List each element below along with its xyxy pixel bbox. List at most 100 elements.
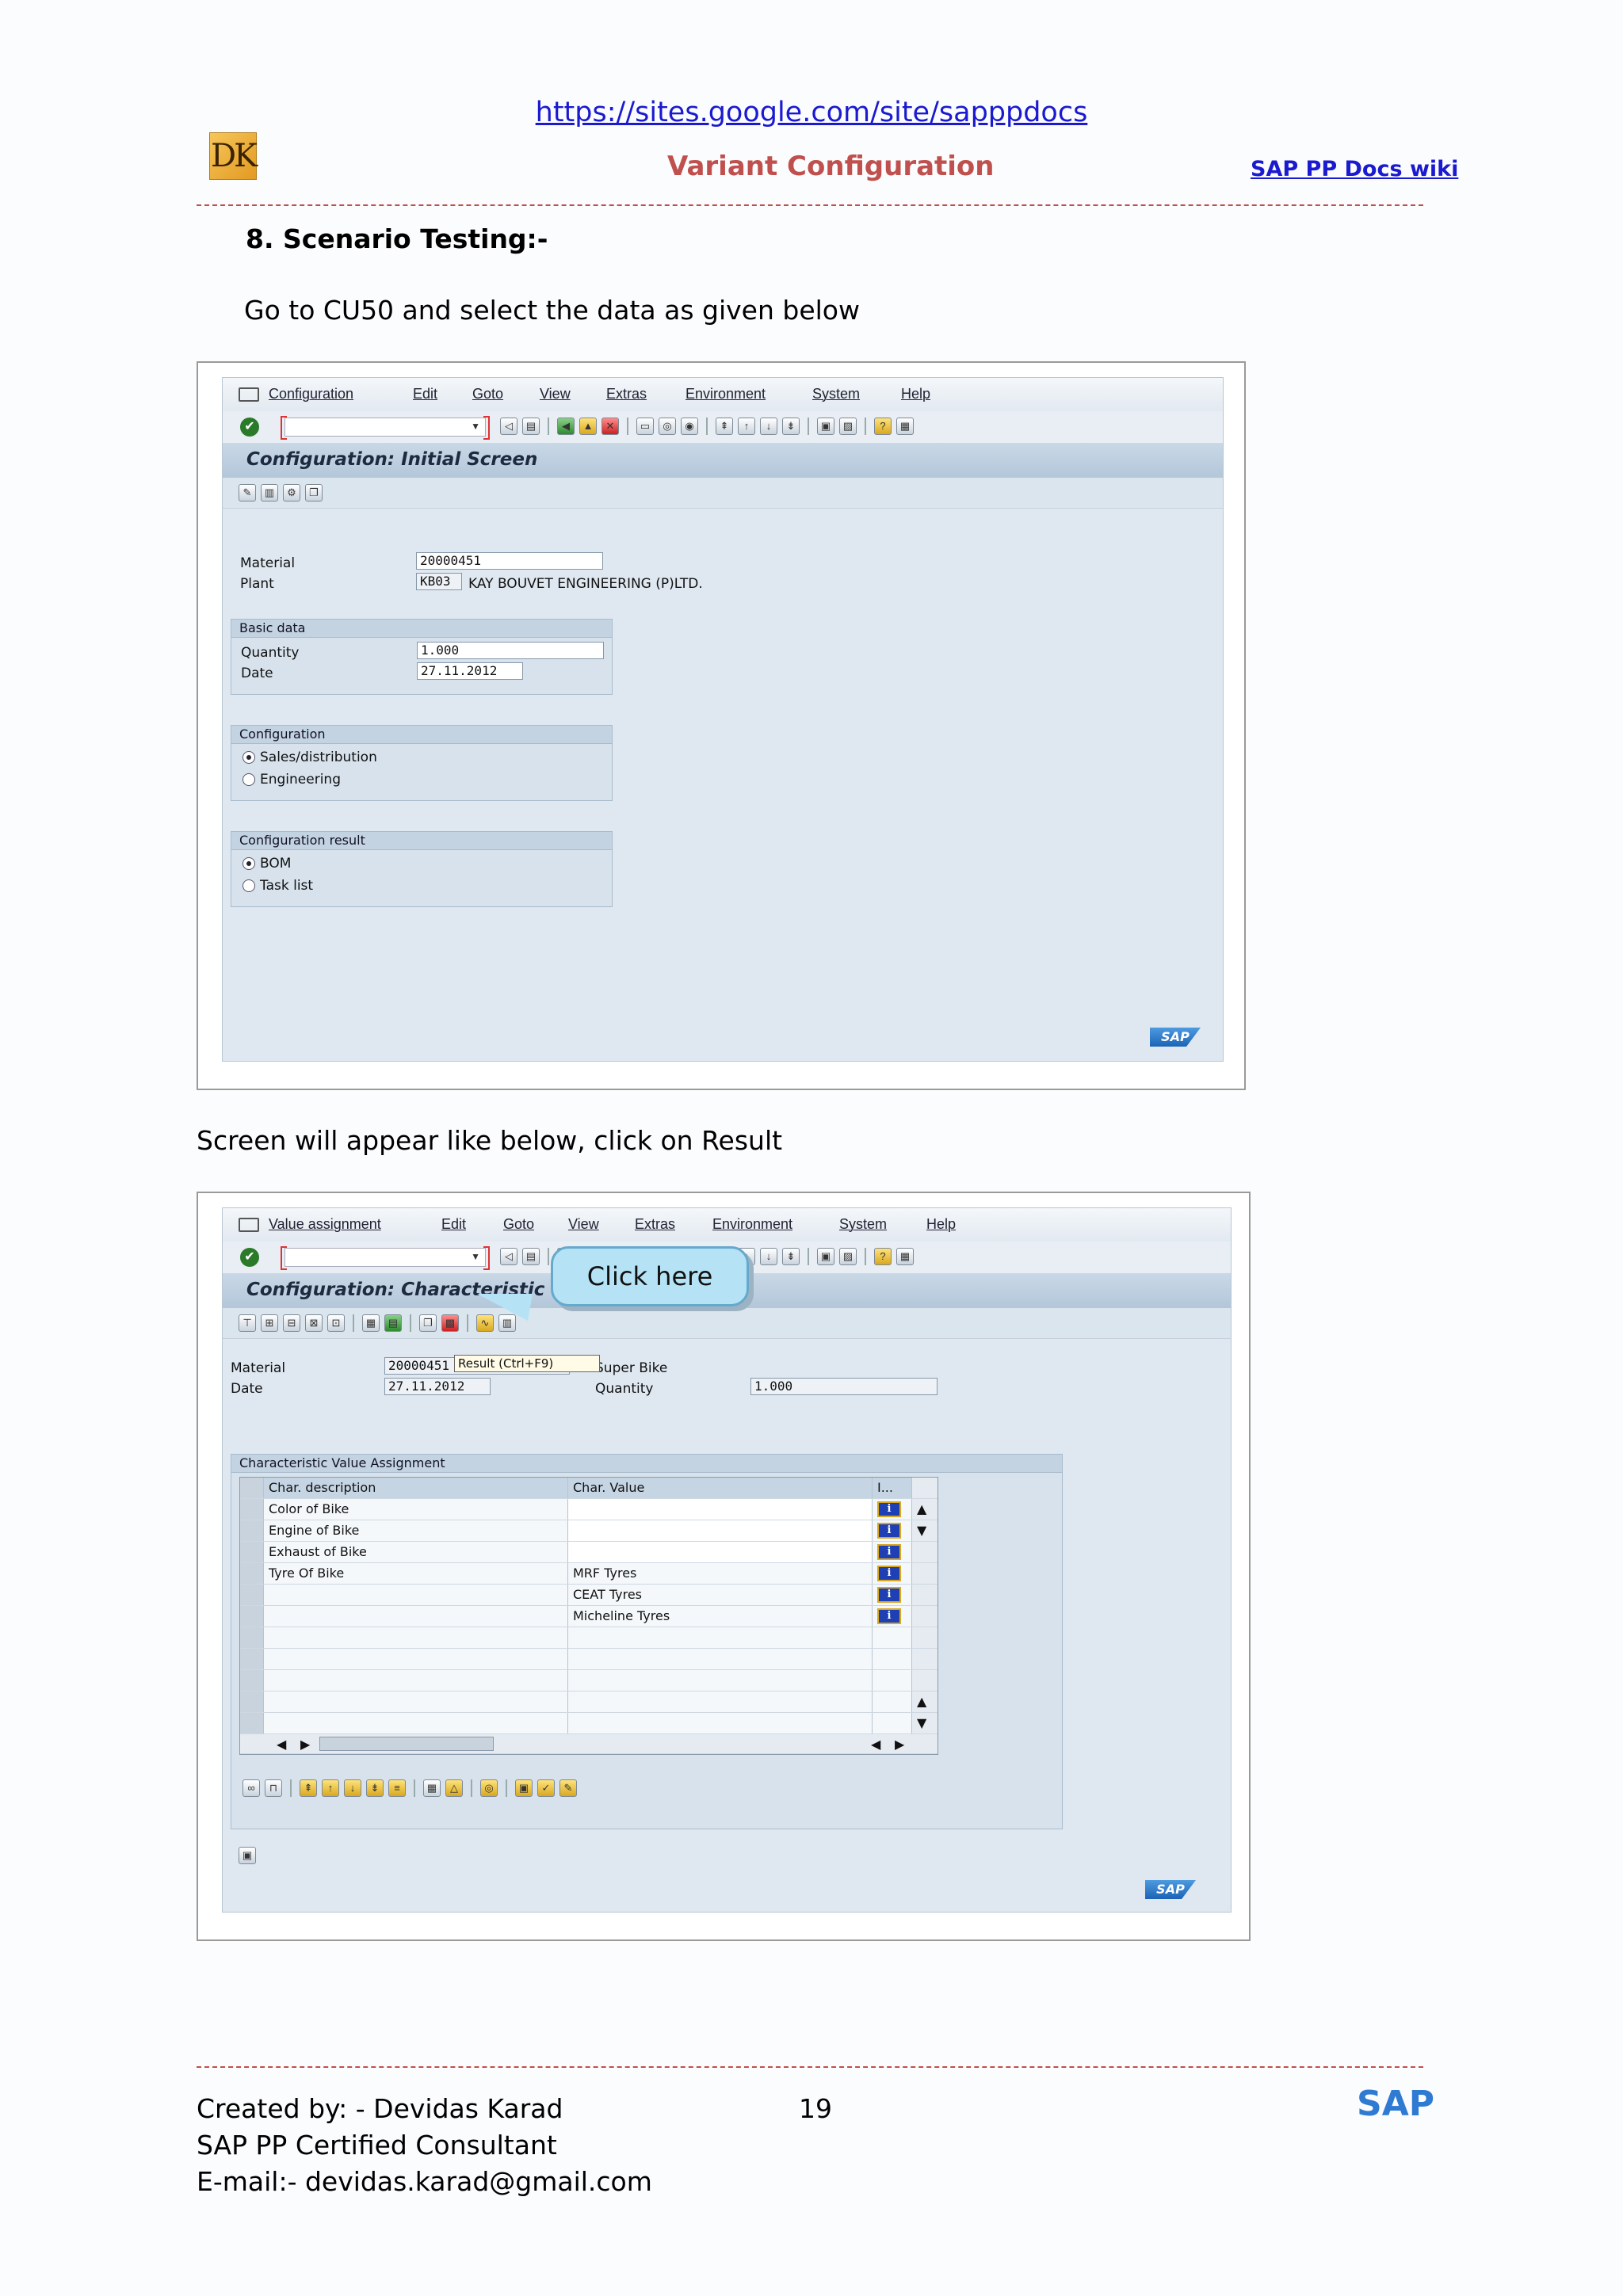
next-entry-icon[interactable]: ↓ xyxy=(344,1779,361,1797)
menu-configuration[interactable]: Configuration xyxy=(269,386,353,402)
date-input[interactable]: 27.11.2012 xyxy=(384,1378,491,1395)
char-value-cell[interactable]: MRF Tyres xyxy=(568,1563,873,1584)
structure-icon[interactable]: ⊞ xyxy=(261,1314,278,1332)
menu-extras[interactable]: Extras xyxy=(635,1216,675,1233)
column-header[interactable]: I... xyxy=(873,1478,912,1498)
assign-icon[interactable]: ⊡ xyxy=(327,1314,345,1332)
row-selector[interactable] xyxy=(240,1670,264,1691)
scroll-thumb[interactable] xyxy=(319,1737,494,1751)
delete-icon[interactable]: ▩ xyxy=(441,1314,459,1332)
hierarchy-icon[interactable]: ⊤ xyxy=(239,1314,256,1332)
exit-icon[interactable]: ▲ xyxy=(579,418,597,435)
last-page-icon[interactable]: ⇟ xyxy=(782,1248,800,1265)
char-value-cell[interactable]: CEAT Tyres xyxy=(568,1585,873,1605)
char-value-cell[interactable] xyxy=(568,1499,873,1520)
chain-icon[interactable]: ∞ xyxy=(242,1779,260,1797)
help-icon[interactable]: ? xyxy=(874,1248,892,1265)
scrollbar[interactable] xyxy=(912,1478,938,1498)
row-selector[interactable] xyxy=(240,1585,264,1605)
new-session-icon[interactable]: ▣ xyxy=(817,1248,834,1265)
scrollbar[interactable] xyxy=(912,1606,938,1627)
scroll-up-icon[interactable]: ▲ xyxy=(912,1499,938,1520)
configure-icon[interactable]: ⚙ xyxy=(283,484,300,502)
edit-icon[interactable]: ✎ xyxy=(239,484,256,502)
menu-environment[interactable]: Environment xyxy=(685,386,766,402)
row-selector[interactable] xyxy=(240,1520,264,1541)
select-all-cell[interactable] xyxy=(240,1478,264,1498)
menu-value-assignment[interactable]: Value assignment xyxy=(269,1216,381,1233)
char-value-cell[interactable] xyxy=(568,1520,873,1541)
scroll-left-icon[interactable]: ◀ xyxy=(272,1734,296,1755)
scroll-down-icon[interactable]: ▼ xyxy=(912,1520,938,1541)
list-icon[interactable]: ≡ xyxy=(388,1779,406,1797)
factory-icon[interactable]: ▥ xyxy=(261,484,278,502)
scrollbar[interactable] xyxy=(912,1627,938,1648)
sales-distribution-radio[interactable] xyxy=(242,751,255,764)
site-url-link[interactable]: https://sites.google.com/site/sapppdocs xyxy=(0,97,1623,128)
details-icon[interactable]: ▣ xyxy=(515,1779,533,1797)
save-icon[interactable]: ▤ xyxy=(522,418,540,435)
new-session-icon[interactable]: ▣ xyxy=(817,418,834,435)
info-icon[interactable]: i xyxy=(877,1501,901,1517)
copy-icon[interactable]: ❐ xyxy=(305,484,323,502)
quantity-input[interactable]: 1.000 xyxy=(417,642,604,659)
empty-cell[interactable] xyxy=(568,1649,873,1669)
menu-environment[interactable]: Environment xyxy=(712,1216,792,1233)
material-input[interactable]: 20000451 xyxy=(416,552,603,570)
layout-menu-icon[interactable]: ▦ xyxy=(896,418,914,435)
column-header[interactable]: Char. Value xyxy=(568,1478,873,1498)
find-icon[interactable]: ◎ xyxy=(659,418,676,435)
column-header[interactable]: Char. description xyxy=(264,1478,568,1498)
dropdown-arrow-icon[interactable]: ▼ xyxy=(471,421,480,432)
edit-icon[interactable]: ✎ xyxy=(559,1779,577,1797)
last-page-icon[interactable]: ⇟ xyxy=(782,418,800,435)
row-selector[interactable] xyxy=(240,1691,264,1712)
task-list-radio[interactable] xyxy=(242,879,255,892)
scrollbar[interactable] xyxy=(912,1563,938,1584)
layout-menu-icon[interactable]: ▦ xyxy=(896,1248,914,1265)
plant-input[interactable]: KB03 xyxy=(416,573,462,590)
row-selector[interactable] xyxy=(240,1713,264,1733)
empty-cell[interactable] xyxy=(568,1691,873,1712)
previous-entry-icon[interactable]: ↑ xyxy=(322,1779,339,1797)
last-entry-icon[interactable]: ⇟ xyxy=(366,1779,384,1797)
back-triangle-icon[interactable]: ◁ xyxy=(500,418,517,435)
menu-view[interactable]: View xyxy=(540,386,571,402)
shortcut-icon[interactable]: ▨ xyxy=(839,1248,857,1265)
back-icon[interactable]: ◀ xyxy=(557,418,575,435)
find-next-icon[interactable]: ◉ xyxy=(681,418,698,435)
help-icon[interactable]: ? xyxy=(874,418,892,435)
row-selector[interactable] xyxy=(240,1606,264,1627)
char-value-cell[interactable] xyxy=(568,1542,873,1562)
row-selector[interactable] xyxy=(240,1627,264,1648)
previous-page-icon[interactable]: ↑ xyxy=(738,418,755,435)
row-selector[interactable] xyxy=(240,1499,264,1520)
menu-help[interactable]: Help xyxy=(901,386,930,402)
menu-goto[interactable]: Goto xyxy=(472,386,503,402)
table-icon[interactable]: ▦ xyxy=(362,1314,380,1332)
copy-icon[interactable]: ❐ xyxy=(419,1314,437,1332)
cancel-icon[interactable]: ✕ xyxy=(601,418,619,435)
shortcut-icon[interactable]: ▨ xyxy=(839,418,857,435)
menu-goto[interactable]: Goto xyxy=(503,1216,534,1233)
print-icon[interactable]: ▭ xyxy=(636,418,654,435)
first-entry-icon[interactable]: ⇞ xyxy=(300,1779,317,1797)
filter-icon[interactable]: △ xyxy=(445,1779,463,1797)
menu-edit[interactable]: Edit xyxy=(413,386,437,402)
scrollbar[interactable] xyxy=(912,1585,938,1605)
info-icon[interactable]: i xyxy=(877,1608,901,1624)
back-triangle-icon[interactable]: ◁ xyxy=(500,1248,517,1265)
scroll-right-icon[interactable]: ▶ xyxy=(296,1734,319,1755)
menu-edit[interactable]: Edit xyxy=(441,1216,466,1233)
scrollbar[interactable] xyxy=(912,1670,938,1691)
info-icon[interactable]: i xyxy=(877,1523,901,1539)
empty-cell[interactable] xyxy=(568,1713,873,1733)
empty-cell[interactable] xyxy=(568,1670,873,1691)
enter-checkmark-icon[interactable]: ✔ xyxy=(240,418,259,437)
next-page-icon[interactable]: ↓ xyxy=(760,1248,777,1265)
info-icon[interactable]: i xyxy=(877,1544,901,1560)
result-icon[interactable]: ▤ xyxy=(384,1314,402,1332)
bom-radio[interactable] xyxy=(242,857,255,870)
menu-system[interactable]: System xyxy=(812,386,860,402)
scroll-up-icon[interactable]: ▲ xyxy=(912,1691,938,1712)
